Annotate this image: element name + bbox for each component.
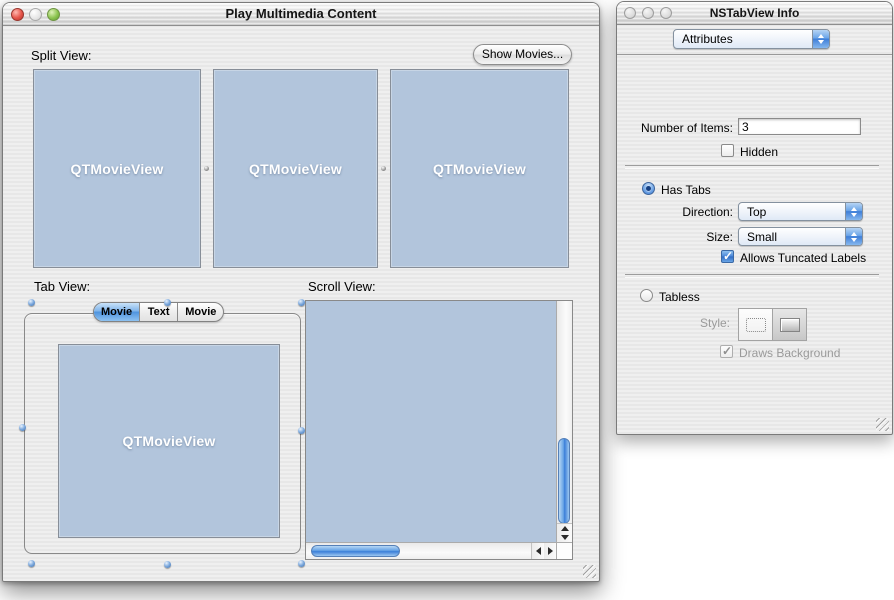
- play-multimedia-window: Play Multimedia Content Split View: Show…: [2, 2, 600, 582]
- style-label: Style:: [617, 316, 730, 330]
- scroll-up-button[interactable]: [557, 524, 572, 533]
- popup-value: Small: [739, 228, 845, 245]
- selection-handle[interactable]: [298, 560, 305, 567]
- qtmovieview-label: QTMovieView: [433, 161, 526, 177]
- style-segment-dotted[interactable]: [739, 309, 772, 340]
- popup-arrows-icon: [845, 203, 862, 220]
- titlebar[interactable]: NSTabView Info: [617, 2, 892, 25]
- has-tabs-label: Has Tabs: [661, 183, 711, 197]
- window-title: Play Multimedia Content: [3, 3, 599, 25]
- up-arrow-icon: [561, 526, 569, 531]
- scroll-view[interactable]: [305, 300, 573, 560]
- pane-selector-popup[interactable]: Attributes: [673, 29, 830, 49]
- window-title: NSTabView Info: [617, 2, 892, 24]
- vertical-scroll-thumb[interactable]: [558, 438, 570, 524]
- number-of-items-field[interactable]: [738, 118, 861, 135]
- close-button[interactable]: [11, 8, 24, 21]
- resize-grip[interactable]: [876, 418, 889, 431]
- scrollbar-corner: [556, 542, 572, 559]
- separator: [625, 274, 879, 278]
- split-divider-2[interactable]: [378, 69, 390, 268]
- tabless-label: Tabless: [659, 290, 700, 304]
- popup-value: Top: [739, 203, 845, 220]
- split-view-label: Split View:: [31, 48, 91, 63]
- left-arrow-icon: [536, 547, 541, 555]
- qtmovieview-panel-1[interactable]: QTMovieView: [33, 69, 201, 268]
- scroll-down-button[interactable]: [557, 533, 572, 542]
- zoom-button[interactable]: [47, 8, 60, 21]
- qtmovieview-panel-2[interactable]: QTMovieView: [213, 69, 378, 268]
- tab-bar: Movie Text Movie: [93, 302, 224, 322]
- allows-truncated-labels-label: Allows Tuncated Labels: [740, 251, 866, 265]
- qtmovieview-label: QTMovieView: [249, 161, 342, 177]
- bevel-box-icon: [780, 318, 800, 332]
- has-tabs-radio[interactable]: [642, 182, 655, 195]
- close-button[interactable]: [624, 7, 636, 19]
- scroll-view-label: Scroll View:: [308, 279, 376, 294]
- horizontal-scroll-thumb[interactable]: [311, 545, 400, 557]
- hidden-checkbox[interactable]: [721, 144, 734, 157]
- split-divider-1[interactable]: [201, 69, 213, 268]
- right-arrow-icon: [548, 547, 553, 555]
- down-arrow-icon: [561, 535, 569, 540]
- size-popup[interactable]: Small: [738, 227, 863, 246]
- separator: [625, 165, 879, 169]
- number-of-items-label: Number of Items:: [617, 121, 733, 135]
- titlebar[interactable]: Play Multimedia Content: [3, 3, 599, 26]
- horizontal-scroll-arrows: [531, 543, 556, 559]
- size-label: Size:: [617, 230, 733, 244]
- direction-label: Direction:: [617, 205, 733, 219]
- qtmovieview-tab-content[interactable]: QTMovieView: [58, 344, 280, 538]
- selection-handle[interactable]: [19, 424, 26, 431]
- dotted-box-icon: [746, 318, 766, 332]
- qtmovieview-label: QTMovieView: [123, 433, 216, 449]
- minimize-button[interactable]: [642, 7, 654, 19]
- selection-handle[interactable]: [164, 561, 171, 568]
- vertical-scrollbar[interactable]: [556, 301, 572, 542]
- style-segment-bevel[interactable]: [772, 309, 806, 340]
- horizontal-scrollbar[interactable]: [306, 542, 556, 559]
- style-segmented-control: [738, 308, 807, 341]
- tab-movie-1[interactable]: Movie: [94, 303, 140, 321]
- direction-popup[interactable]: Top: [738, 202, 863, 221]
- nstabview-info-window: NSTabView Info Attributes Number of Item…: [616, 1, 893, 435]
- scroll-view-content[interactable]: [306, 301, 556, 542]
- draws-background-checkbox[interactable]: [720, 345, 733, 358]
- selection-handle[interactable]: [298, 299, 305, 306]
- hidden-label: Hidden: [740, 145, 778, 159]
- minimize-button[interactable]: [29, 8, 42, 21]
- selection-handle[interactable]: [298, 427, 305, 434]
- popup-value: Attributes: [674, 30, 812, 48]
- popup-arrows-icon: [845, 228, 862, 245]
- divider-dimple-icon: [204, 166, 209, 171]
- pane-selector-band: Attributes: [617, 24, 892, 55]
- divider-dimple-icon: [381, 166, 386, 171]
- show-movies-button[interactable]: Show Movies...: [473, 44, 572, 65]
- selection-handle[interactable]: [28, 560, 35, 567]
- selection-handle[interactable]: [28, 299, 35, 306]
- allows-truncated-labels-checkbox[interactable]: [721, 250, 734, 263]
- zoom-button[interactable]: [660, 7, 672, 19]
- vertical-scroll-arrows: [557, 523, 572, 542]
- split-view: QTMovieView QTMovieView QTMovieView: [33, 69, 569, 268]
- tabless-radio[interactable]: [640, 289, 653, 302]
- tab-view-label: Tab View:: [34, 279, 90, 294]
- tab-text[interactable]: Text: [140, 303, 178, 321]
- scroll-left-button[interactable]: [532, 543, 544, 559]
- popup-arrows-icon: [812, 30, 829, 48]
- draws-background-label: Draws Background: [739, 346, 840, 360]
- tab-movie-2[interactable]: Movie: [178, 303, 223, 321]
- qtmovieview-panel-3[interactable]: QTMovieView: [390, 69, 569, 268]
- scroll-right-button[interactable]: [544, 543, 556, 559]
- selection-handle[interactable]: [164, 299, 171, 306]
- qtmovieview-label: QTMovieView: [71, 161, 164, 177]
- resize-grip[interactable]: [583, 565, 596, 578]
